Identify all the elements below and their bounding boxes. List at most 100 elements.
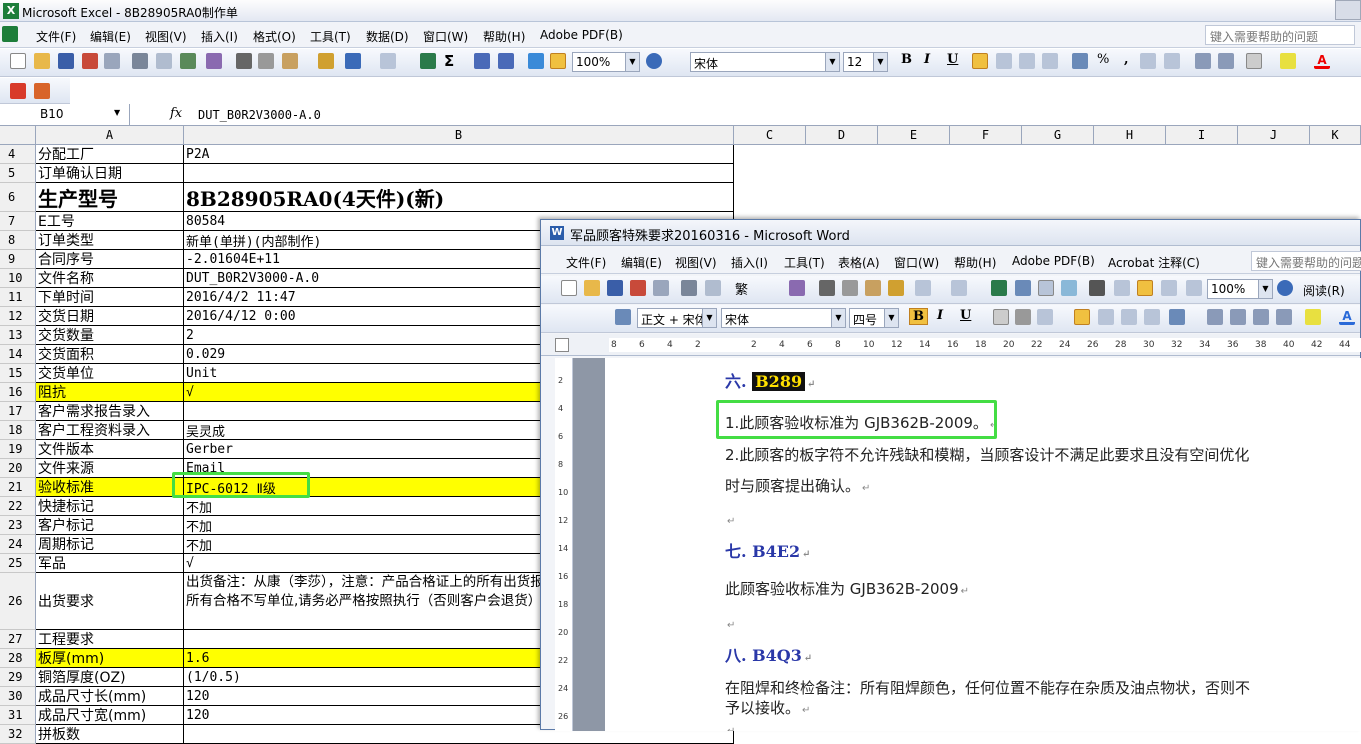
excel-font-select[interactable]: 宋体 ▼ bbox=[690, 52, 840, 72]
excel-menu-adobe-pdf[interactable]: Adobe PDF(B) bbox=[540, 28, 623, 42]
col-header-k[interactable]: K bbox=[1310, 126, 1361, 145]
cell-a[interactable]: 交货单位 bbox=[36, 364, 184, 383]
excel-menu-format[interactable]: 格式(O) bbox=[253, 28, 296, 45]
document-map-icon[interactable] bbox=[1137, 280, 1153, 296]
align-left-icon[interactable] bbox=[972, 53, 988, 69]
excel-menu-view[interactable]: 视图(V) bbox=[145, 28, 187, 45]
show-hide-icon[interactable] bbox=[1161, 280, 1177, 296]
row-header[interactable]: 32 bbox=[0, 725, 36, 744]
sort-ascending-icon[interactable] bbox=[474, 53, 490, 69]
excel-zoom-select[interactable]: 100% ▼ bbox=[572, 52, 640, 72]
row-header[interactable]: 28 bbox=[0, 649, 36, 668]
row-header[interactable]: 26 bbox=[0, 573, 36, 630]
col-header-b[interactable]: B bbox=[184, 126, 734, 145]
word-menu-acrobat-comments[interactable]: Acrobat 注释(C) bbox=[1108, 254, 1200, 271]
email-icon[interactable] bbox=[104, 53, 120, 69]
cell-a[interactable]: 出货要求 bbox=[36, 573, 184, 630]
word-menu-table[interactable]: 表格(A) bbox=[838, 254, 880, 271]
word-menu-view[interactable]: 视图(V) bbox=[675, 254, 717, 271]
cell-a[interactable]: 军品 bbox=[36, 554, 184, 573]
word-zoom-select[interactable]: 100% ▼ bbox=[1207, 279, 1273, 299]
word-menu-file[interactable]: 文件(F) bbox=[566, 254, 606, 271]
merge-center-icon[interactable] bbox=[1042, 53, 1058, 69]
excel-menu-help[interactable]: 帮助(H) bbox=[483, 28, 525, 45]
cell-a[interactable]: 拼板数 bbox=[36, 725, 184, 744]
row-header[interactable]: 13 bbox=[0, 326, 36, 345]
format-painter-icon[interactable] bbox=[318, 53, 334, 69]
row-header[interactable]: 7 bbox=[0, 212, 36, 231]
currency-icon[interactable] bbox=[1072, 53, 1088, 69]
print-icon[interactable] bbox=[681, 280, 697, 296]
style-select[interactable]: 正文 + 宋体 ▼ bbox=[637, 308, 717, 328]
cell-a[interactable]: 交货面积 bbox=[36, 345, 184, 364]
bold-button[interactable]: B bbox=[901, 52, 912, 67]
bullets-icon[interactable] bbox=[1230, 309, 1246, 325]
col-header-j[interactable]: J bbox=[1238, 126, 1310, 145]
excel-menu-edit[interactable]: 编辑(E) bbox=[90, 28, 131, 45]
word-font-select[interactable]: 宋体 ▼ bbox=[721, 308, 846, 328]
col-header-d[interactable]: D bbox=[806, 126, 878, 145]
excel-minimize-button[interactable] bbox=[1335, 0, 1361, 20]
permission-icon[interactable] bbox=[630, 280, 646, 296]
ink-icon[interactable] bbox=[1186, 280, 1202, 296]
col-header-h[interactable]: H bbox=[1094, 126, 1166, 145]
print-icon[interactable] bbox=[132, 53, 148, 69]
hyperlink-icon[interactable] bbox=[991, 280, 1007, 296]
cell-a[interactable]: 工程要求 bbox=[36, 630, 184, 649]
undo-icon[interactable] bbox=[345, 53, 361, 69]
help-icon[interactable] bbox=[646, 53, 662, 69]
horizontal-ruler[interactable]: 8 6 4 2 2 4 6 8 10 12 14 16 18 20 22 24 26 28 30 32 34 36 38 40… bbox=[541, 334, 1361, 356]
cell-a[interactable]: 客户标记 bbox=[36, 516, 184, 535]
excel-menu-insert[interactable]: 插入(I) bbox=[201, 28, 238, 45]
decrease-indent-icon[interactable] bbox=[1195, 53, 1211, 69]
excel-doc-icon[interactable] bbox=[2, 26, 18, 42]
traditional-chinese-button[interactable]: 繁 bbox=[735, 279, 748, 298]
excel-menu-data[interactable]: 数据(D) bbox=[366, 28, 409, 45]
col-header-c[interactable]: C bbox=[734, 126, 806, 145]
autosum-icon[interactable]: Σ bbox=[444, 53, 460, 69]
redo-icon[interactable] bbox=[380, 53, 396, 69]
row-header[interactable]: 30 bbox=[0, 687, 36, 706]
cell-a[interactable]: 生产型号 bbox=[36, 183, 184, 212]
cell-a[interactable]: 客户需求报告录入 bbox=[36, 402, 184, 421]
excel-help-input[interactable]: 键入需要帮助的问题 bbox=[1205, 25, 1355, 45]
insert-excel-icon[interactable] bbox=[1061, 280, 1077, 296]
sort-descending-icon[interactable] bbox=[498, 53, 514, 69]
tables-borders-icon[interactable] bbox=[1015, 280, 1031, 296]
research-icon[interactable] bbox=[206, 53, 222, 69]
cell-a[interactable]: 铜箔厚度(OZ) bbox=[36, 668, 184, 687]
row-header[interactable]: 17 bbox=[0, 402, 36, 421]
row-header[interactable]: 12 bbox=[0, 307, 36, 326]
align-center-icon[interactable] bbox=[996, 53, 1012, 69]
word-menu-edit[interactable]: 编辑(E) bbox=[621, 254, 662, 271]
row-header[interactable]: 11 bbox=[0, 288, 36, 307]
cell-a[interactable]: 客户工程资料录入 bbox=[36, 421, 184, 440]
col-header-i[interactable]: I bbox=[1166, 126, 1238, 145]
cell-a[interactable]: E工号 bbox=[36, 212, 184, 231]
cell-a[interactable]: 文件来源 bbox=[36, 459, 184, 478]
word-font-size-select[interactable]: 四号 ▼ bbox=[849, 308, 899, 328]
row-header[interactable]: 14 bbox=[0, 345, 36, 364]
word-menu-window[interactable]: 窗口(W) bbox=[894, 254, 939, 271]
align-left-icon[interactable] bbox=[1074, 309, 1090, 325]
read-mode-button[interactable]: 阅读(R) bbox=[1303, 282, 1345, 299]
row-header[interactable]: 4 bbox=[0, 145, 36, 164]
hyperlink-icon[interactable] bbox=[420, 53, 436, 69]
fx-icon[interactable]: fx bbox=[170, 106, 182, 121]
percent-button[interactable]: % bbox=[1097, 52, 1109, 67]
cell-a[interactable]: 板厚(mm) bbox=[36, 649, 184, 668]
align-center-icon[interactable] bbox=[1098, 309, 1114, 325]
cell-b[interactable]: P2A bbox=[184, 145, 734, 164]
research-icon[interactable] bbox=[789, 280, 805, 296]
paste-icon[interactable] bbox=[282, 53, 298, 69]
align-right-icon[interactable] bbox=[1019, 53, 1035, 69]
row-header[interactable]: 9 bbox=[0, 250, 36, 269]
row-header[interactable]: 16 bbox=[0, 383, 36, 402]
excel-font-size-select[interactable]: 12 ▼ bbox=[843, 52, 888, 72]
decrease-decimal-icon[interactable] bbox=[1164, 53, 1180, 69]
pdf-email-icon[interactable] bbox=[34, 83, 50, 99]
drawing-icon[interactable] bbox=[1114, 280, 1130, 296]
row-header[interactable]: 31 bbox=[0, 706, 36, 725]
format-painter-icon[interactable] bbox=[888, 280, 904, 296]
formula-input[interactable]: DUT_B0R2V3000-A.0 bbox=[198, 108, 321, 122]
